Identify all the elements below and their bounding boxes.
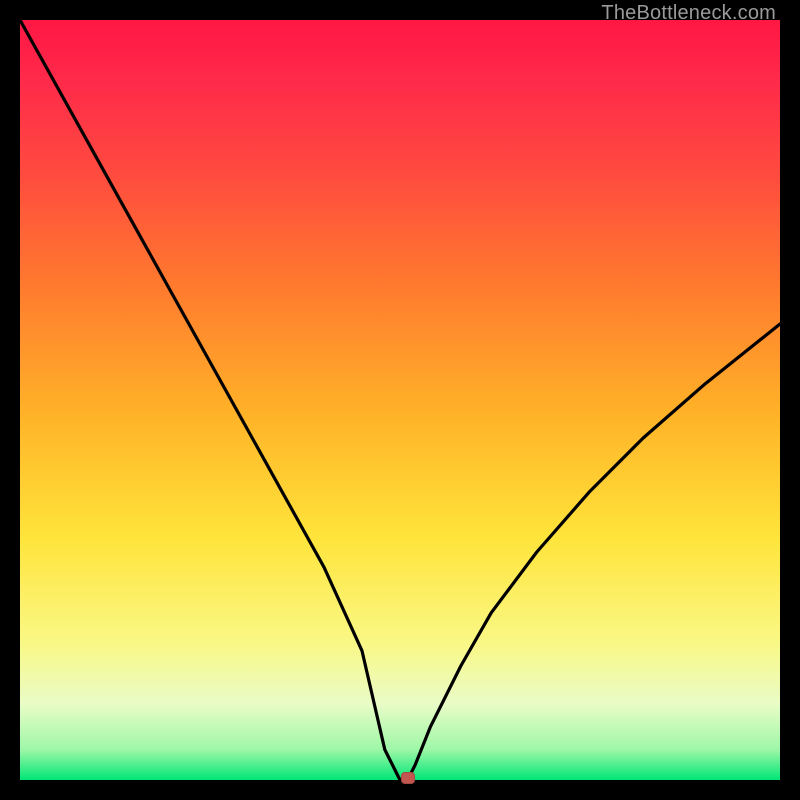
chart-frame: TheBottleneck.com	[0, 0, 800, 800]
curve-path	[20, 20, 780, 780]
bottleneck-curve	[20, 20, 780, 780]
plot-area	[20, 20, 780, 780]
optimal-marker	[401, 772, 415, 784]
